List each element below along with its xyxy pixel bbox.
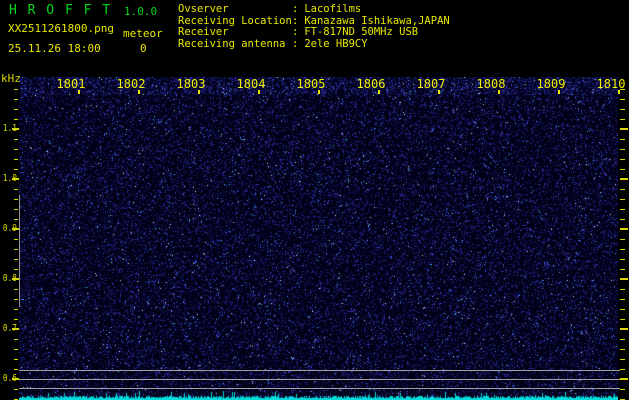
- freq-minor-tick-right: [620, 159, 625, 160]
- station-info: Ovserver: Lacofilms Receiving Location: Ka…: [178, 4, 450, 51]
- station-info-row: Ovserver: Lacofilms: [178, 4, 450, 16]
- freq-minor-tick-left: [14, 199, 18, 200]
- freq-minor-tick-left: [14, 359, 18, 360]
- freq-minor-tick-left: [14, 189, 18, 190]
- freq-minor-tick-left: [14, 309, 18, 310]
- freq-major-tick-right: [620, 378, 628, 380]
- freq-minor-tick-left: [14, 169, 18, 170]
- freq-minor-tick-right: [620, 289, 625, 290]
- station-info-row: Receiving antenna:2ele HB9CY: [178, 39, 450, 51]
- freq-minor-tick-left: [14, 249, 18, 250]
- freq-minor-tick-right: [620, 349, 625, 350]
- freq-major-tick-left: [12, 178, 19, 180]
- freq-minor-tick-left: [14, 119, 18, 120]
- freq-minor-tick-right: [620, 269, 625, 270]
- freq-label: 1.1: [3, 123, 13, 135]
- freq-minor-tick-right: [620, 309, 625, 310]
- observation-mode: meteor: [123, 27, 163, 40]
- info-colon: :: [292, 38, 298, 50]
- freq-minor-tick-left: [14, 159, 18, 160]
- reference-line-lower: [19, 388, 620, 389]
- freq-minor-tick-right: [620, 99, 625, 100]
- freq-minor-tick-right: [620, 169, 625, 170]
- freq-minor-tick-right: [620, 199, 625, 200]
- reference-line-mid: [19, 379, 620, 380]
- freq-major-tick-left: [12, 378, 19, 380]
- freq-minor-tick-left: [14, 349, 18, 350]
- freq-minor-tick-left: [14, 269, 18, 270]
- observation-datetime: 25.11.26 18:00: [8, 42, 101, 55]
- freq-minor-tick-right: [620, 369, 625, 370]
- time-tick-mark: [618, 90, 620, 94]
- freq-minor-tick-left: [14, 99, 18, 100]
- info-label-observer: Ovserver: [178, 4, 292, 16]
- freq-minor-tick-right: [620, 359, 625, 360]
- freq-minor-tick-right: [620, 189, 625, 190]
- freq-label: 1.0: [3, 173, 13, 185]
- freq-label: 0.6: [3, 373, 13, 385]
- freq-minor-tick-left: [14, 369, 18, 370]
- freq-minor-tick-left: [14, 149, 18, 150]
- freq-minor-tick-right: [620, 339, 625, 340]
- freq-major-tick-left: [12, 278, 19, 280]
- info-colon: :: [292, 15, 298, 27]
- freq-minor-tick-left: [14, 109, 18, 110]
- freq-minor-tick-left: [14, 209, 18, 210]
- freq-minor-tick-left: [14, 89, 18, 90]
- freq-major-tick-right: [620, 328, 628, 330]
- spectrogram-canvas: [19, 77, 618, 400]
- freq-major-tick-left: [12, 328, 19, 330]
- freq-minor-tick-right: [620, 219, 625, 220]
- freq-minor-tick-right: [620, 139, 625, 140]
- reference-line-upper: [19, 370, 620, 371]
- freq-major-tick-right: [620, 278, 628, 280]
- info-colon: :: [292, 3, 298, 15]
- freq-major-tick-left: [12, 228, 19, 230]
- freq-minor-tick-left: [14, 219, 18, 220]
- freq-minor-tick-right: [620, 239, 625, 240]
- info-value-receiver: FT-817ND 50MHz USB: [304, 26, 418, 38]
- freq-major-tick-right: [620, 178, 628, 180]
- freq-minor-tick-right: [620, 209, 625, 210]
- info-value-location: Kanazawa Ishikawa,JAPAN: [304, 15, 449, 27]
- freq-minor-tick-left: [14, 239, 18, 240]
- freq-minor-tick-left: [14, 289, 18, 290]
- output-filename: XX2511261800.png: [8, 22, 114, 35]
- left-margin-marker: [19, 195, 20, 307]
- freq-minor-tick-right: [620, 249, 625, 250]
- freq-minor-tick-right: [620, 319, 625, 320]
- freq-minor-tick-right: [620, 109, 625, 110]
- freq-major-tick-left: [12, 128, 19, 130]
- y-axis-unit-label: kHz: [1, 72, 21, 85]
- freq-minor-tick-left: [14, 139, 18, 140]
- freq-minor-tick-left: [14, 389, 18, 390]
- freq-minor-tick-right: [620, 119, 625, 120]
- freq-minor-tick-left: [14, 319, 18, 320]
- app-version: 1.0.0: [124, 5, 157, 18]
- freq-minor-tick-right: [620, 89, 625, 90]
- info-colon: :: [292, 26, 298, 38]
- freq-major-tick-right: [620, 128, 628, 130]
- info-value-antenna: 2ele HB9CY: [304, 38, 367, 50]
- meteor-count: 0: [140, 42, 147, 55]
- freq-minor-tick-left: [14, 259, 18, 260]
- freq-minor-tick-left: [14, 339, 18, 340]
- freq-minor-tick-right: [620, 149, 625, 150]
- hrofft-output: H R O F F T 1.0.0 XX2511261800.png meteo…: [0, 0, 629, 400]
- info-value-observer: Lacofilms: [304, 3, 361, 15]
- info-label-antenna: Receiving antenna: [178, 39, 292, 51]
- freq-minor-tick-right: [620, 299, 625, 300]
- freq-label: 0.8: [3, 273, 13, 285]
- freq-label: 0.7: [3, 323, 13, 335]
- freq-major-tick-right: [620, 228, 628, 230]
- freq-minor-tick-left: [14, 299, 18, 300]
- freq-label: 0.9: [3, 223, 13, 235]
- freq-minor-tick-right: [620, 389, 625, 390]
- app-title: H R O F F T: [9, 3, 112, 18]
- freq-minor-tick-right: [620, 259, 625, 260]
